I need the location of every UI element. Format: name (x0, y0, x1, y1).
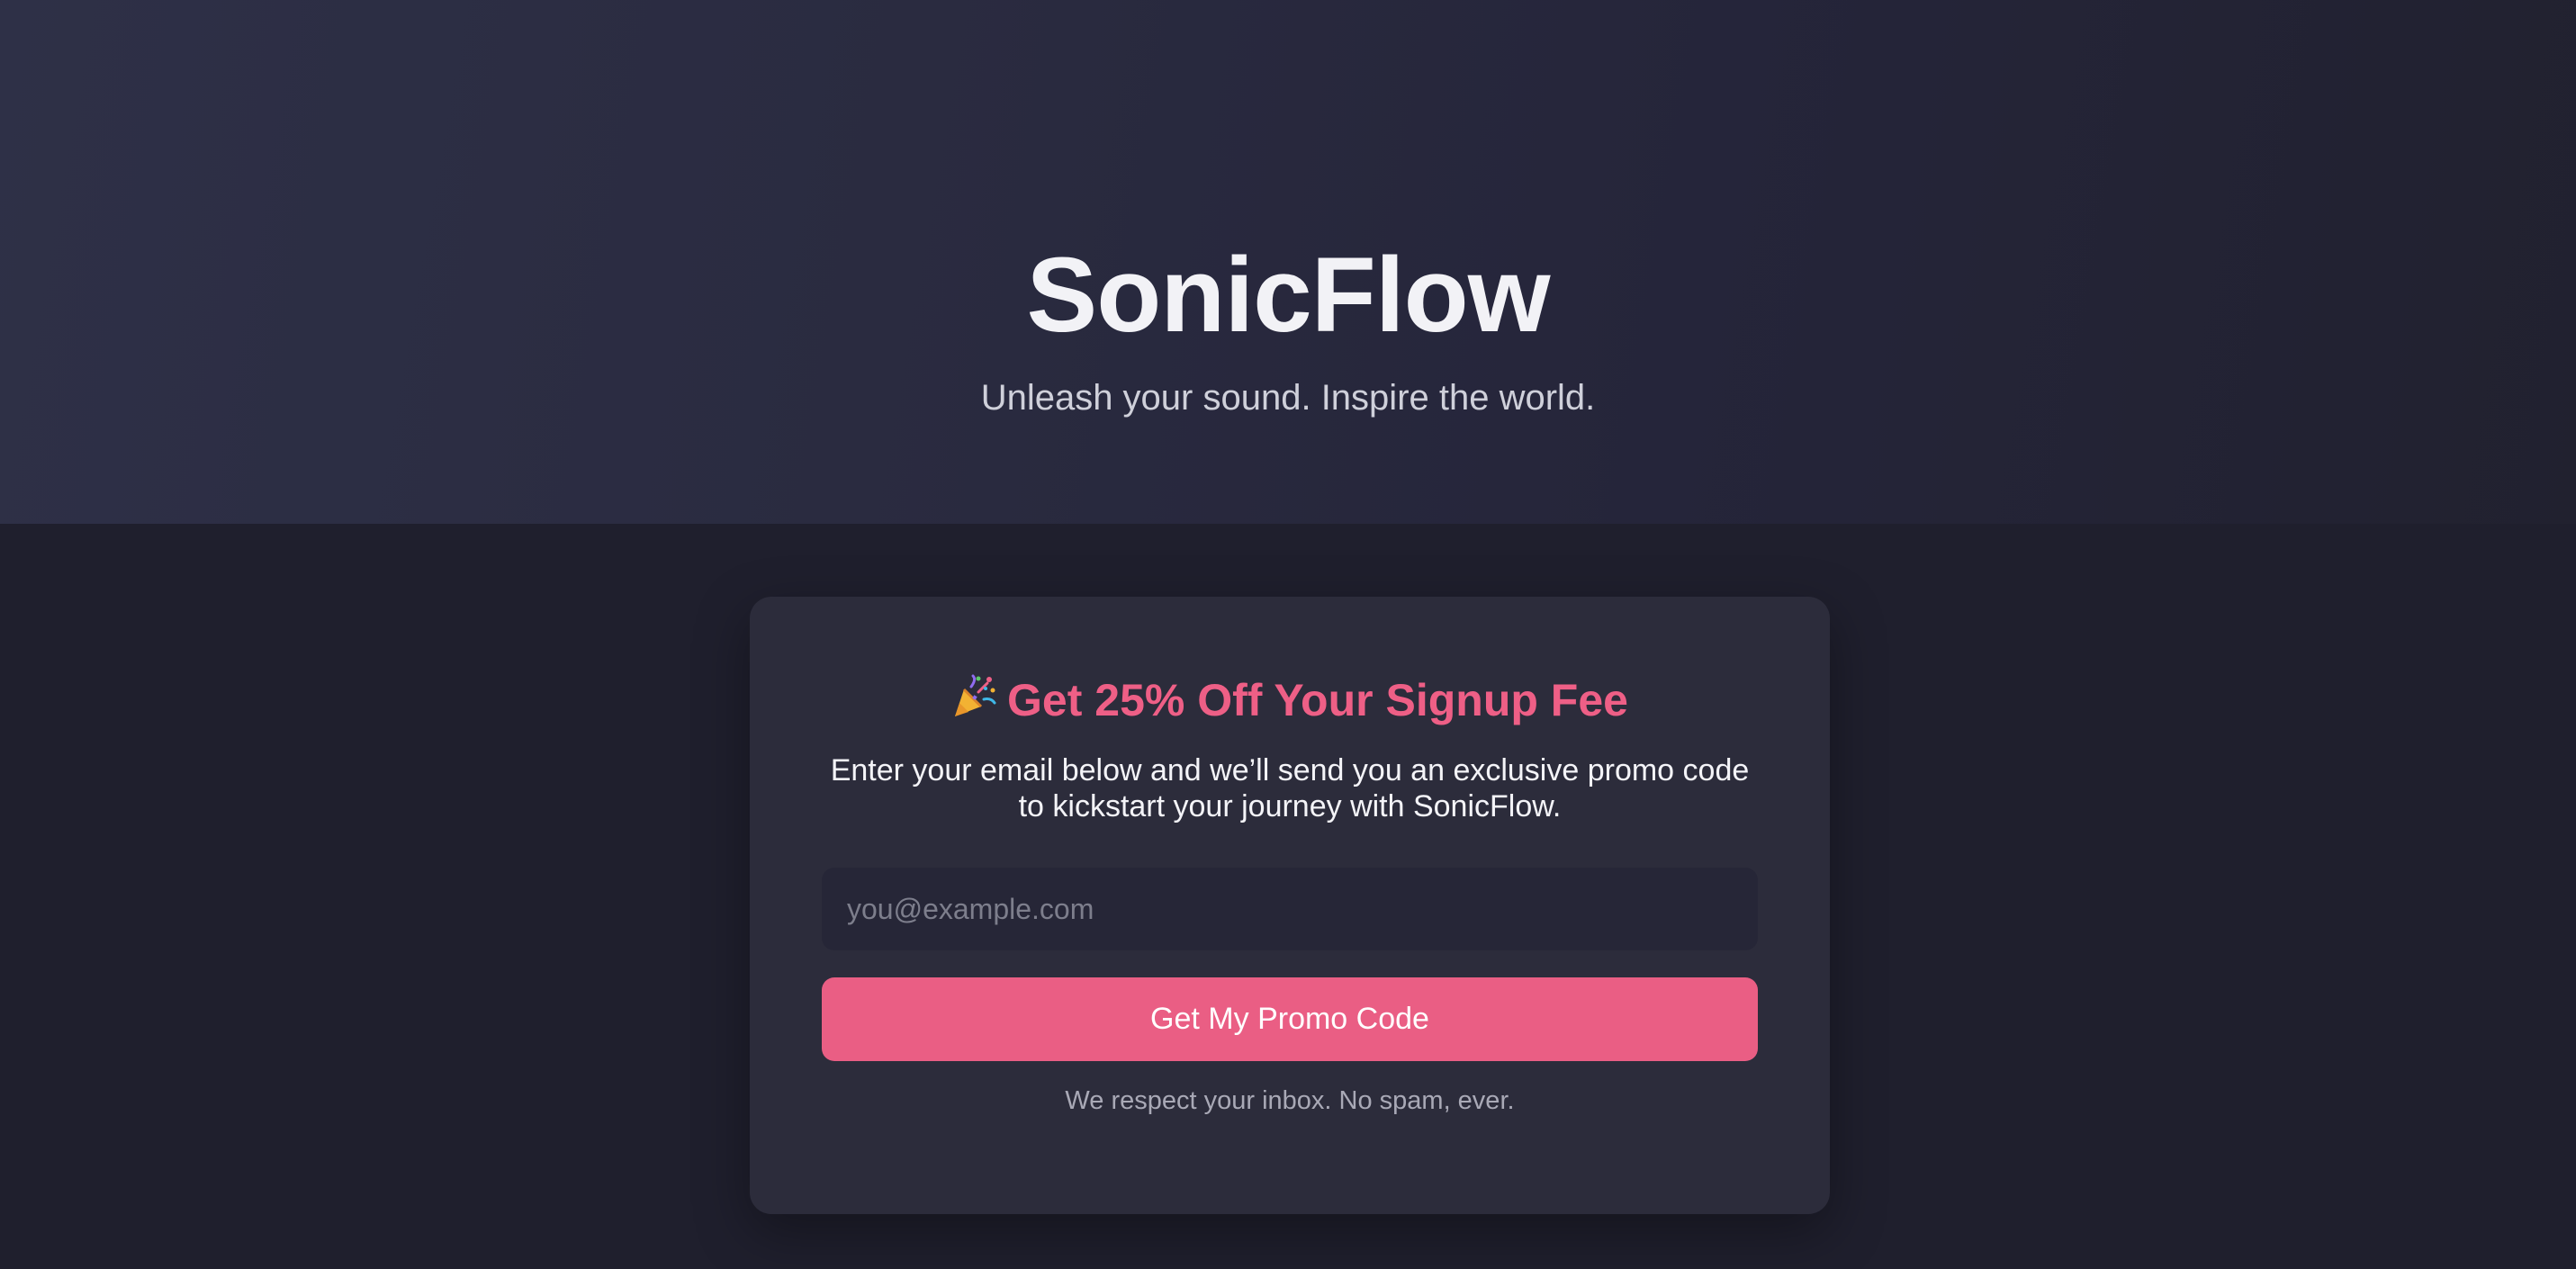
promo-heading: Get 25% Off Your Signup Fee (750, 669, 1830, 732)
privacy-note: We respect your inbox. No spam, ever. (1065, 1086, 1515, 1115)
brand-tagline: Unleash your sound. Inspire the world. (980, 378, 1596, 418)
promo-description: Enter your email below and we’ll send yo… (830, 753, 1750, 824)
get-promo-code-button[interactable]: Get My Promo Code (822, 977, 1758, 1061)
party-popper-icon (955, 674, 996, 716)
promo-heading-text: Get 25% Off Your Signup Fee (1007, 675, 1628, 725)
hero-banner: SonicFlow Unleash your sound. Inspire th… (0, 0, 2576, 524)
brand-title: SonicFlow (1026, 236, 1551, 355)
email-input[interactable] (822, 868, 1758, 950)
promo-signup-card: Get 25% Off Your Signup Fee Enter your e… (750, 597, 1830, 1214)
